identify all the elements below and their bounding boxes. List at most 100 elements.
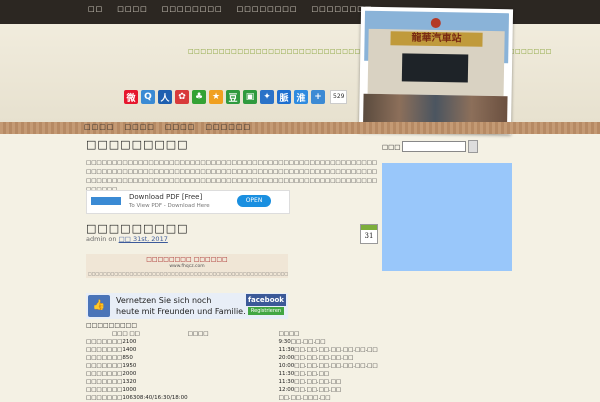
category-item-2[interactable]: □□□□ [124,123,154,131]
schedule-cell: 11:30□□.□□.□□ [278,371,329,377]
photo-emblem [430,17,441,29]
schedule-cell: 1950 [122,363,137,369]
schedule-header-cell: □□□ □□ [111,331,140,337]
schedule-cell: □□□□□ [86,355,112,361]
search-form: □□□ [382,140,479,153]
plus-icon[interactable]: + [311,90,325,104]
renren-icon[interactable]: 人 [158,90,172,104]
schedule-cell [188,370,209,378]
schedule-cell: □□□□□ [86,387,112,393]
schedule-cell: 9:30□□.□□.□□ [278,339,326,345]
schedule-row: □□□□□ □□ 106308:40/16:30/18:00 □□.□□.□□□.□□ [86,394,378,402]
schedule-cell: □□□□□ [86,347,112,353]
post-date-link[interactable]: □□ 31st, 2017 [119,235,168,243]
category-nav: □□□□ □□□□ □□□□ □□□□□□ [84,123,251,131]
weibo-icon[interactable]: 微 [124,90,138,104]
topnav-item-2[interactable]: □□□□ [117,5,147,13]
schedule-cell: 10:00□□.□□.□□.□□.□□.□□.□□ [278,363,378,369]
ad-box-heading: □□□□□□□□ □□□□□□ [146,256,228,263]
search-button[interactable] [468,140,479,153]
clover-icon[interactable]: ♣ [192,90,206,104]
schedule-row: □□□□□ □□ 2000 11:30□□.□□.□□ [86,370,378,378]
category-item-4[interactable]: □□□□□□ [205,123,251,131]
schedule-title: □□□□□□□□□ [86,322,138,329]
schedule-cell [188,354,209,362]
schedule-cell: 106308:40/16:30/18:00 [122,395,188,401]
schedule-cell: □□□□□ [86,379,112,385]
schedule-cell: 11:30□□.□□.□□.□□ [278,379,342,385]
schedule-cell: □□ [111,347,123,353]
ad-box-url: www.fhqcz.com [169,264,205,269]
image-icon[interactable]: ▣ [243,90,257,104]
schedule-cell [188,346,209,354]
schedule-row: □□□□□ □□ 1000 12:00□□.□□.□□.□□ [86,386,378,394]
schedule-header-cell: □□□□ [187,331,209,337]
schedule-cell: 11:30□□.□□.□□.□□.□□.□□.□□ [278,347,378,353]
ad-open-button[interactable]: OPEN [237,195,271,207]
schedule-cell: □□.□□.□□□.□□ [278,395,331,401]
search-input[interactable] [402,141,467,152]
schedule-cell: □□ [111,339,123,345]
schedule-cell [188,394,209,402]
category-item-3[interactable]: □□□□ [165,123,195,131]
schedule-row: □□□□□ □□ 850 20:00□□.□□.□□.□□.□□ [86,354,378,362]
schedule-cell: □□ [111,395,123,401]
schedule-cell: □□ [111,379,123,385]
schedule-cell: □□ [111,387,123,393]
schedule-cell [188,338,209,346]
schedule-cell: 1320 [122,379,137,385]
search-label: □□□ [382,142,401,151]
schedule-cell: □□□□□ [86,339,112,345]
fb-ad-line2: heute mit Freunden und Familie. [116,307,246,316]
schedule-row: □□□□□ □□ 1400 11:30□□.□□.□□.□□.□□.□□.□□ [86,346,378,354]
facebook-logo: facebook [246,294,286,306]
share-count: 529 [330,90,348,104]
schedule-cell: □□□□□ [86,371,112,377]
schedule-cell [188,378,209,386]
douban-icon[interactable]: 豆 [226,90,240,104]
calendar-icon: 31 [360,224,378,244]
topnav-item-4[interactable]: □□□□□□□□ [237,5,298,13]
schedule-header-cell: □□□□ [278,331,300,337]
schedule-cell [188,362,209,370]
header-photo: 龍華汽車站 [358,6,514,135]
topnav-item-3[interactable]: □□□□□□□□ [162,5,223,13]
huaban-icon[interactable]: 淮 [294,90,308,104]
pdf-ad[interactable]: Download PDF [Free] To View PDF - Downlo… [86,190,290,214]
bookmark-icon[interactable]: 脈 [277,90,291,104]
schedule-header-cell [86,330,112,338]
topnav-item-1[interactable]: □□ [88,5,103,13]
sidebar-ad[interactable] [382,163,512,271]
facebook-ad[interactable]: 👍 Vernetzen Sie sich noch heute mit Freu… [86,293,288,319]
top-nav: □□ □□□□ □□□□□□□□ □□□□□□□□ □□□□□□□□ [88,5,372,13]
schedule-cell: 12:00□□.□□.□□.□□ [278,387,342,393]
paw-icon[interactable]: ✦ [260,90,274,104]
fb-ad-line1: Vernetzen Sie sich noch [116,296,212,305]
photo-sign: 龍華汽車站 [390,31,483,47]
schedule-cell: 1000 [122,387,137,393]
post-title[interactable]: □□□□□□□□□ [86,222,189,235]
schedule-cell: □□ [111,363,123,369]
text-ad-box[interactable]: □□□□□□□□ □□□□□□ www.fhqcz.com □□□□□□□□□□… [86,254,288,278]
schedule-header-row: □□□ □□ □□□□ □□□□ [86,330,378,338]
schedule-cell: □□ [111,355,123,361]
star-icon[interactable]: ★ [209,90,223,104]
ad-subline: To View PDF - Download Here [129,203,210,209]
post-author: admin on [86,235,119,243]
schedule-row: □□□□□ □□ 1950 10:00□□.□□.□□.□□.□□.□□.□□ [86,362,378,370]
schedule-cell: 2100 [122,339,137,345]
category-item-1[interactable]: □□□□ [84,123,114,131]
schedule-row: □□□□□ □□ 2100 9:30□□.□□.□□ [86,338,378,346]
register-button[interactable]: Registrieren [248,307,284,315]
kaixin-icon[interactable]: ✿ [175,90,189,104]
qzone-icon[interactable]: Q [141,90,155,104]
schedule-table: □□□ □□ □□□□ □□□□ □□□□□ □□ 2100 9:30□□.□□.□□… [86,330,378,402]
photo-screen [401,53,469,83]
share-toolbar: 微 Q 人 ✿ ♣ ★ 豆 ▣ ✦ 脈淮 +529 [124,90,348,104]
schedule-cell: □□□□□ [86,395,112,401]
schedule-cell: 850 [122,355,133,361]
schedule-cell: 2000 [122,371,137,377]
ad-logo [91,197,121,205]
schedule-cell [188,386,209,394]
schedule-cell: 1400 [122,347,137,353]
